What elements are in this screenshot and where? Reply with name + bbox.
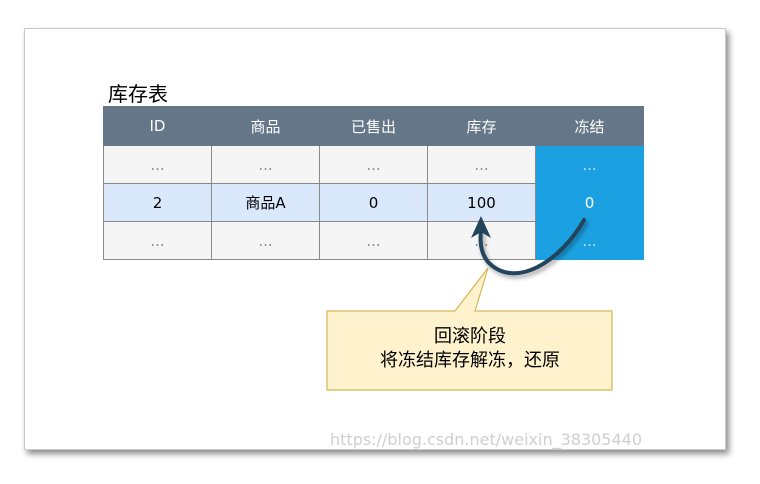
- rollback-arrow: [478, 218, 586, 276]
- diagram-overlay: [326, 216, 613, 391]
- watermark: https://blog.csdn.net/weixin_38305440: [330, 430, 643, 449]
- note-title: 回滚阶段: [434, 326, 506, 347]
- rollback-note: 回滚阶段 将冻结库存解冻，还原: [330, 317, 610, 389]
- note-body: 将冻结库存解冻，还原: [380, 350, 560, 371]
